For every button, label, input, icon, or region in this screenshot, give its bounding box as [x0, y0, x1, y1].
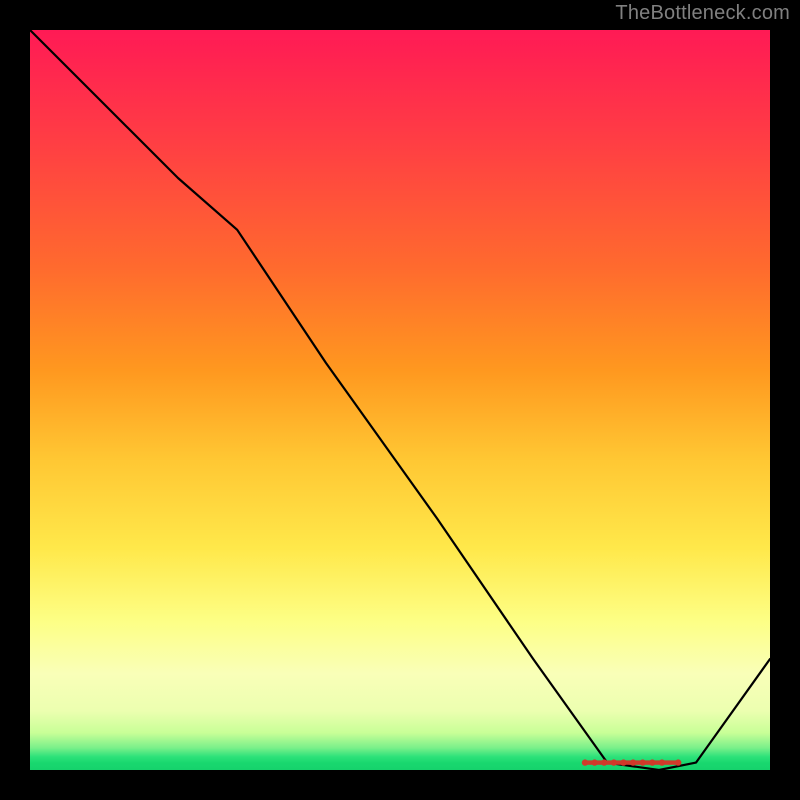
bottleneck-curve-path — [30, 30, 770, 770]
optimal-marker — [675, 759, 681, 765]
optimal-marker — [591, 759, 597, 765]
optimal-marker-group — [582, 759, 682, 765]
optimal-marker — [640, 759, 646, 765]
optimal-marker — [659, 759, 665, 765]
optimal-marker — [649, 759, 655, 765]
chart-stage: TheBottleneck.com — [0, 0, 800, 800]
optimal-marker — [620, 759, 626, 765]
optimal-marker — [582, 759, 588, 765]
optimal-marker — [630, 759, 636, 765]
attribution-label: TheBottleneck.com — [615, 2, 790, 25]
optimal-marker — [611, 759, 617, 765]
optimal-marker — [601, 759, 607, 765]
plot-area — [30, 30, 770, 770]
curve-layer — [30, 30, 770, 770]
